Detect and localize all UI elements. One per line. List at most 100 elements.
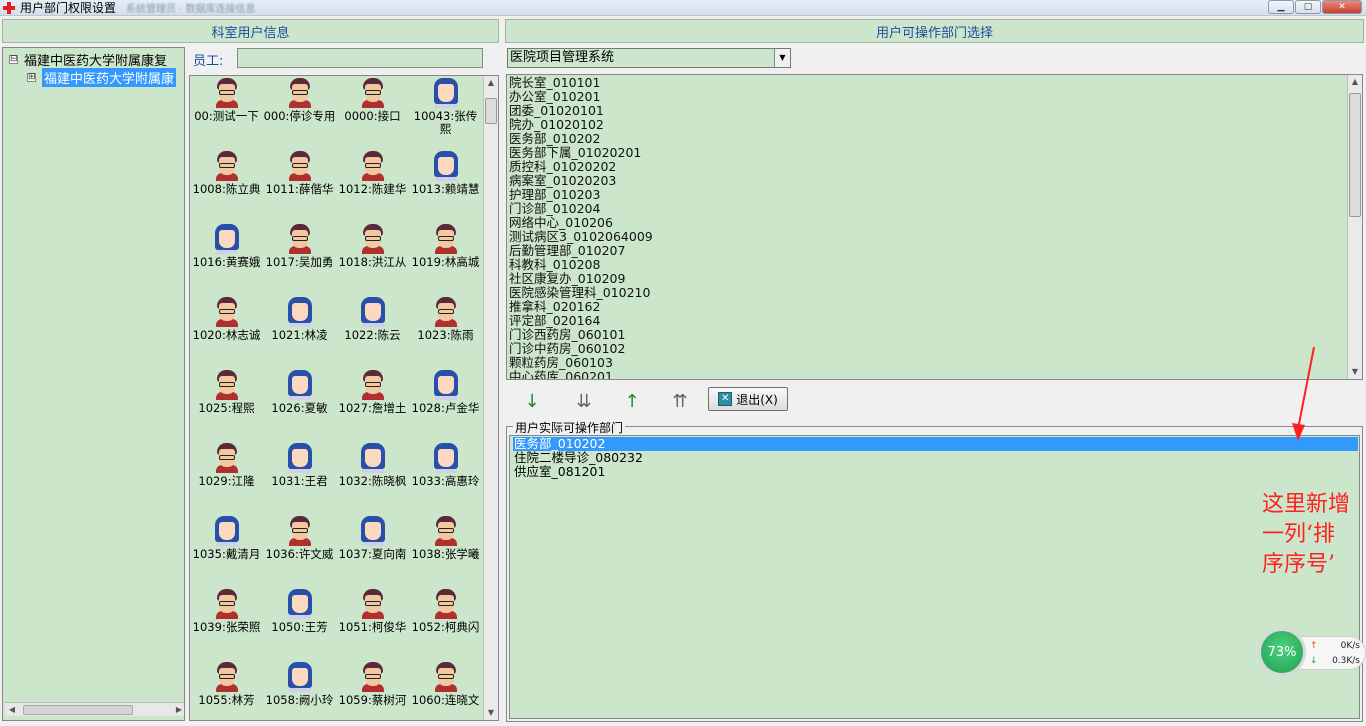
department-item[interactable]: 门诊中药房_060102 <box>509 342 625 356</box>
user-item[interactable]: 1023:陈雨 <box>409 297 482 342</box>
department-item[interactable]: 评定部_020164 <box>509 314 600 328</box>
department-list[interactable]: 院长室_010101 办公室_010201 团委_01020101 院办_010201… <box>506 74 1363 380</box>
department-item[interactable]: 护理部_010203 <box>509 188 600 202</box>
user-item[interactable]: 000:停诊专用 <box>263 78 336 123</box>
close-button[interactable]: ✕ <box>1322 0 1362 14</box>
user-item[interactable]: 1060:连晓文 <box>409 662 482 707</box>
tree-expand-icon[interactable]: ⊞ <box>27 73 36 82</box>
department-list-scrollbar[interactable]: ▲ ▼ <box>1347 75 1362 379</box>
user-item[interactable]: 1016:黄赛娥 <box>190 224 263 269</box>
user-icon-list[interactable]: 00:测试一下 000:停诊专用 0000:接口 10043:张传熙 1008:陈立典 1… <box>189 75 499 721</box>
user-label: 1016:黄赛娥 <box>192 255 261 269</box>
employee-label: 员工: <box>193 54 224 69</box>
user-item[interactable]: 1029:江隆 <box>190 443 263 488</box>
scroll-up-icon[interactable]: ▲ <box>1348 75 1362 89</box>
user-item[interactable]: 1021:林凌 <box>263 297 336 342</box>
department-item[interactable]: 医务部下属_01020201 <box>509 146 641 160</box>
user-item[interactable]: 1028:卢金华 <box>409 370 482 415</box>
user-item[interactable]: 00:测试一下 <box>190 78 263 123</box>
department-item[interactable]: 门诊部_010204 <box>509 202 600 216</box>
department-item[interactable]: 医务部_010202 <box>509 132 600 146</box>
department-item[interactable]: 院办_01020102 <box>509 118 604 132</box>
add-department-button[interactable]: ↓ <box>516 388 548 414</box>
chevron-down-icon[interactable]: ▼ <box>774 49 790 67</box>
department-item[interactable]: 门诊西药房_060101 <box>509 328 625 342</box>
scroll-down-icon[interactable]: ▼ <box>1348 365 1362 379</box>
user-item[interactable]: 1037:夏向南 <box>336 516 409 561</box>
scroll-down-icon[interactable]: ▼ <box>484 706 498 720</box>
employee-search-input[interactable] <box>237 48 483 68</box>
user-item[interactable]: 1052:柯典闪 <box>409 589 482 634</box>
department-item[interactable]: 后勤管理部_010207 <box>509 244 625 258</box>
add-all-departments-button[interactable]: ⇊ <box>568 388 600 414</box>
user-item[interactable]: 1055:林芳 <box>190 662 263 707</box>
user-item[interactable]: 1039:张荣照 <box>190 589 263 634</box>
actual-department-item-selected[interactable]: 医务部_010202 <box>513 437 1358 451</box>
user-label: 1039:张荣照 <box>192 620 261 634</box>
user-item[interactable]: 1031:王君 <box>263 443 336 488</box>
user-item[interactable]: 1036:许文威 <box>263 516 336 561</box>
user-item[interactable]: 1058:阙小玲 <box>263 662 336 707</box>
user-avatar-icon <box>360 662 386 692</box>
department-item[interactable]: 病案室_01020203 <box>509 174 616 188</box>
user-list-scrollbar[interactable]: ▲ ▼ <box>483 76 498 720</box>
maximize-button[interactable]: ▢ <box>1295 0 1321 14</box>
user-item[interactable]: 1051:柯俊华 <box>336 589 409 634</box>
network-speed-widget[interactable]: 73% ↑ 0K/s ↓ 0.3K/s <box>1258 628 1366 678</box>
user-item[interactable]: 1026:夏敏 <box>263 370 336 415</box>
department-item[interactable]: 团委_01020101 <box>509 104 604 118</box>
department-item[interactable]: 网络中心_010206 <box>509 216 613 230</box>
memory-percent-badge[interactable]: 73% <box>1258 628 1306 676</box>
scroll-thumb[interactable] <box>23 704 133 715</box>
tree-horizontal-scrollbar[interactable]: ◀ ▶ <box>5 702 184 717</box>
user-item[interactable]: 1027:詹增土 <box>336 370 409 415</box>
department-tree[interactable]: ⊟ 福建中医药大学附属康复 ⊞ 福建中医药大学附属康 ◀ ▶ <box>2 47 185 721</box>
user-item[interactable]: 1008:陈立典 <box>190 151 263 196</box>
user-item[interactable]: 1025:程熙 <box>190 370 263 415</box>
remove-department-button[interactable]: ↑ <box>616 388 648 414</box>
scroll-thumb[interactable] <box>1349 93 1361 217</box>
user-item[interactable]: 10043:张传熙 <box>409 78 482 136</box>
department-item[interactable]: 社区康复办_010209 <box>509 272 625 286</box>
user-item[interactable]: 1017:吴加勇 <box>263 224 336 269</box>
user-item[interactable]: 1033:高惠玲 <box>409 443 482 488</box>
department-item[interactable]: 颗粒药房_060103 <box>509 356 613 370</box>
user-item[interactable]: 1022:陈云 <box>336 297 409 342</box>
user-item[interactable]: 0000:接口 <box>336 78 409 123</box>
department-item[interactable]: 医院感染管理科_010210 <box>509 286 650 300</box>
scroll-left-icon[interactable]: ◀ <box>5 703 19 717</box>
actual-department-item[interactable]: 供应室_081201 <box>513 465 1358 479</box>
exit-button[interactable]: ✕ 退出(X) <box>708 387 788 411</box>
actual-department-item[interactable]: 住院二楼导诊_080232 <box>513 451 1358 465</box>
department-item[interactable]: 推拿科_020162 <box>509 300 600 314</box>
department-item[interactable]: 办公室_010201 <box>509 90 600 104</box>
user-item[interactable]: 1050:王芳 <box>263 589 336 634</box>
user-item[interactable]: 1018:洪江从 <box>336 224 409 269</box>
remove-all-departments-button[interactable]: ⇈ <box>664 388 696 414</box>
user-item[interactable]: 1038:张学曦 <box>409 516 482 561</box>
minimize-button[interactable]: ▁ <box>1268 0 1294 14</box>
user-item[interactable]: 1013:赖靖慧 <box>409 151 482 196</box>
department-item[interactable]: 科教科_010208 <box>509 258 600 272</box>
scroll-up-icon[interactable]: ▲ <box>484 76 498 90</box>
user-item[interactable]: 1020:林志诚 <box>190 297 263 342</box>
user-item[interactable]: 1012:陈建华 <box>336 151 409 196</box>
group-title: 用户实际可操作部门 <box>513 419 626 436</box>
department-item[interactable]: 质控科_01020202 <box>509 160 616 174</box>
system-select[interactable]: 医院项目管理系统 ▼ <box>507 48 791 68</box>
actual-departments-list[interactable]: 医务部_010202 住院二楼导诊_080232 供应室_081201 <box>509 435 1360 719</box>
user-avatar-icon <box>360 151 386 181</box>
user-item[interactable]: 1019:林高城 <box>409 224 482 269</box>
tree-node-root[interactable]: ⊟ 福建中医药大学附属康复 <box>9 50 167 69</box>
user-item[interactable]: 1035:戴清月 <box>190 516 263 561</box>
tree-node-child[interactable]: ⊞ 福建中医药大学附属康 <box>27 68 177 87</box>
user-item[interactable]: 1059:蔡树河 <box>336 662 409 707</box>
tree-collapse-icon[interactable]: ⊟ <box>9 55 18 64</box>
scroll-right-icon[interactable]: ▶ <box>172 703 184 717</box>
department-item[interactable]: 测试病区3_0102064009 <box>509 230 653 244</box>
user-item[interactable]: 1032:陈晓枫 <box>336 443 409 488</box>
department-item[interactable]: 院长室_010101 <box>509 76 600 90</box>
scroll-thumb[interactable] <box>485 98 497 124</box>
department-item[interactable]: 中心药库_060201 <box>509 370 613 380</box>
user-item[interactable]: 1011:薛偕华 <box>263 151 336 196</box>
